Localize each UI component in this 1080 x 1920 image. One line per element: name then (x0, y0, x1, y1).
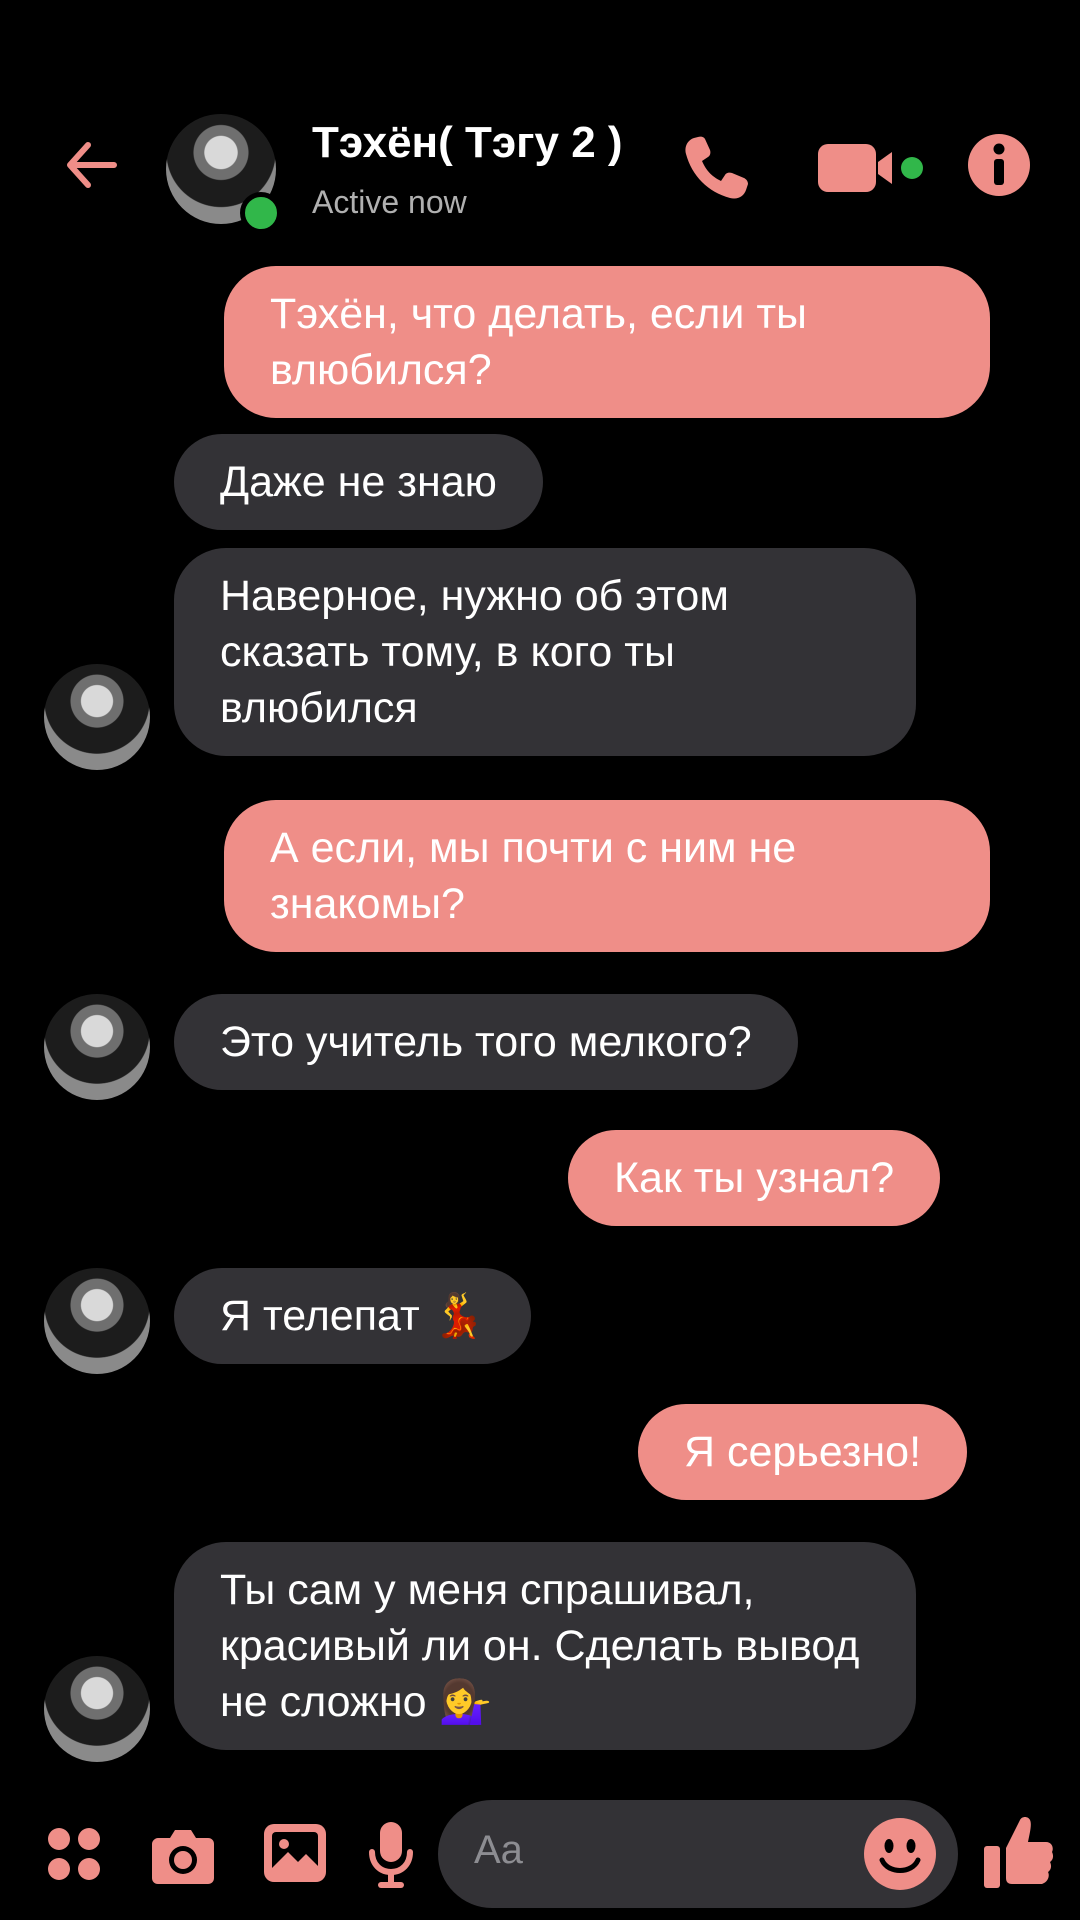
incoming-message[interactable]: Я телепат 💃 (174, 1268, 532, 1364)
outgoing-message[interactable]: Я серьезно! (638, 1404, 968, 1500)
video-call-button[interactable] (818, 138, 926, 198)
gallery-button[interactable] (262, 1820, 328, 1886)
contact-avatar-small (44, 664, 150, 770)
outgoing-message[interactable]: А если, мы почти с ним не знакомы? (224, 800, 990, 952)
contact-avatar-small (44, 994, 150, 1100)
camera-button[interactable] (148, 1820, 218, 1890)
back-button[interactable] (58, 130, 128, 200)
thumbs-up-icon (984, 1817, 1054, 1888)
contact-avatar-small (44, 1656, 150, 1762)
camera-icon (152, 1830, 214, 1884)
incoming-message[interactable]: Это учитель того мелкого? (174, 994, 798, 1090)
like-button[interactable] (982, 1812, 1056, 1892)
outgoing-message[interactable]: Как ты узнал? (568, 1130, 941, 1226)
incoming-message[interactable]: Ты сам у меня спрашивал, красивый ли он.… (174, 1542, 916, 1750)
contact-avatar-small (44, 1268, 150, 1374)
active-status-dot (240, 192, 282, 234)
more-actions-button[interactable] (44, 1824, 104, 1884)
chat-header: Тэхён( Тэгу 2 ) Active now (0, 0, 1080, 240)
composer-bar: Aa (0, 1790, 1080, 1920)
video-camera-icon (818, 144, 923, 192)
incoming-message[interactable]: Наверное, нужно об этом сказать тому, в … (174, 548, 916, 756)
arrow-left-icon (67, 142, 117, 188)
phone-icon (685, 136, 748, 199)
active-status-text: Active now (312, 184, 467, 220)
info-button[interactable] (966, 132, 1032, 198)
smiley-icon (864, 1818, 936, 1890)
voice-call-button[interactable] (676, 128, 756, 208)
image-icon (264, 1824, 326, 1882)
incoming-message[interactable]: Даже не знаю (174, 434, 543, 530)
info-icon (968, 134, 1030, 196)
outgoing-message[interactable]: Тэхён, что делать, если ты влюбился? (224, 266, 990, 418)
four-dots-icon (48, 1828, 100, 1880)
message-input[interactable]: Aa (474, 1828, 523, 1873)
voice-message-button[interactable] (366, 1820, 416, 1890)
microphone-icon (369, 1822, 413, 1888)
emoji-button[interactable] (862, 1816, 938, 1892)
message-input-container[interactable]: Aa (438, 1800, 958, 1908)
contact-name[interactable]: Тэхён( Тэгу 2 ) (312, 118, 623, 168)
